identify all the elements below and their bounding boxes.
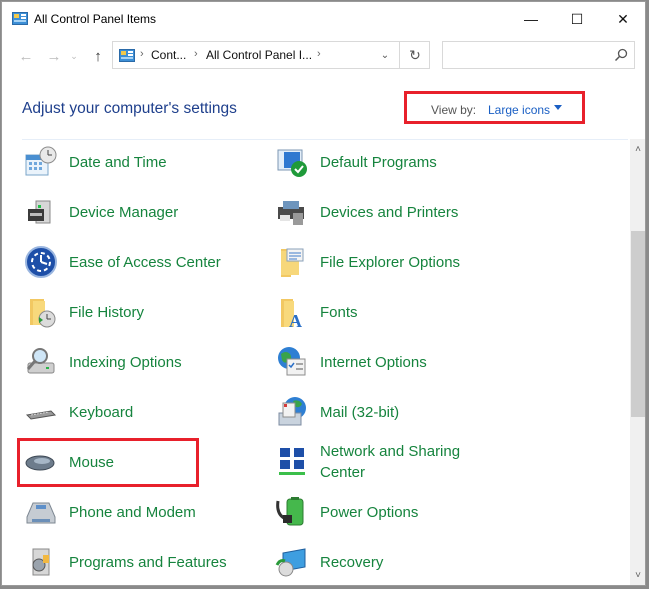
item-network-and-sharing-center[interactable]: Network and Sharing Center xyxy=(275,440,480,484)
recovery-icon xyxy=(275,548,306,577)
close-icon: ✕ xyxy=(617,10,629,27)
item-programs-and-features[interactable]: Programs and Features xyxy=(24,540,229,584)
up-arrow-icon: ↑ xyxy=(94,47,102,65)
item-label[interactable]: Recovery xyxy=(320,552,480,573)
chevron-up-icon: ˄ xyxy=(635,143,641,155)
refresh-icon: ↻ xyxy=(409,46,421,63)
item-label[interactable]: Programs and Features xyxy=(69,552,229,573)
device-manager-icon xyxy=(28,200,51,224)
page-title: Adjust your computer's settings xyxy=(22,100,237,117)
minimize-icon: — xyxy=(524,11,538,27)
phone-icon xyxy=(26,502,56,524)
vertical-scrollbar[interactable]: ˄ ˅ xyxy=(630,139,645,585)
navigation-bar: ← → ⌄ ↑ › Cont... › All Control Panel I.… xyxy=(2,36,645,76)
indexing-icon xyxy=(26,348,55,374)
calendar-clock-icon xyxy=(25,146,57,176)
address-bar[interactable]: › Cont... › All Control Panel I... › ⌄ ↻ xyxy=(112,41,430,69)
item-label[interactable]: Keyboard xyxy=(69,402,229,423)
power-icon xyxy=(276,497,304,526)
address-dropdown-button[interactable]: ⌄ xyxy=(371,42,399,68)
item-file-history[interactable]: File History xyxy=(24,290,229,334)
item-label[interactable]: File Explorer Options xyxy=(320,252,480,273)
chevron-down-icon: ˅ xyxy=(635,569,641,581)
chevron-down-icon: ⌄ xyxy=(380,49,390,61)
forward-button[interactable]: → xyxy=(44,44,64,68)
maximize-button[interactable]: ☐ xyxy=(554,2,600,36)
ease-of-access-icon xyxy=(25,246,57,278)
item-date-and-time[interactable]: Date and Time xyxy=(24,140,229,184)
breadcrumb-separator[interactable]: › xyxy=(194,48,198,60)
printer-icon xyxy=(278,201,304,225)
keyboard-icon xyxy=(25,410,57,420)
item-label[interactable]: Mail (32-bit) xyxy=(320,402,480,423)
breadcrumb-separator[interactable]: › xyxy=(140,48,144,60)
item-label[interactable]: Internet Options xyxy=(320,352,480,373)
svg-text:A: A xyxy=(289,311,302,329)
item-label[interactable]: File History xyxy=(69,302,229,323)
item-label[interactable]: Default Programs xyxy=(320,152,480,173)
window-title: All Control Panel Items xyxy=(34,12,157,26)
item-recovery[interactable]: Recovery xyxy=(275,540,480,584)
item-label[interactable]: Indexing Options xyxy=(69,352,229,373)
item-keyboard[interactable]: Keyboard xyxy=(24,390,229,434)
back-button[interactable]: ← xyxy=(16,44,36,68)
item-ease-of-access-center[interactable]: Ease of Access Center xyxy=(24,240,229,284)
minimize-button[interactable]: — xyxy=(508,2,554,36)
search-input[interactable] xyxy=(442,41,635,69)
item-device-manager[interactable]: Device Manager xyxy=(24,190,229,234)
internet-options-icon xyxy=(278,347,306,376)
title-bar: All Control Panel Items — ☐ ✕ xyxy=(2,2,645,36)
control-panel-icon xyxy=(12,12,28,25)
mail-icon xyxy=(278,397,306,426)
close-button[interactable]: ✕ xyxy=(600,2,645,36)
item-label[interactable]: Fonts xyxy=(320,302,480,323)
item-file-explorer-options[interactable]: File Explorer Options xyxy=(275,240,480,284)
item-power-options[interactable]: Power Options xyxy=(275,490,480,534)
highlight-view-by xyxy=(404,91,585,124)
recent-locations-button[interactable]: ⌄ xyxy=(68,44,80,68)
network-icon xyxy=(279,448,305,475)
scroll-up-button[interactable]: ˄ xyxy=(630,141,645,157)
breadcrumb-all-items[interactable]: All Control Panel I... xyxy=(206,48,312,62)
up-button[interactable]: ↑ xyxy=(88,44,108,68)
scrollbar-thumb[interactable] xyxy=(631,231,645,417)
item-label[interactable]: Ease of Access Center xyxy=(69,252,229,273)
folder-options-icon xyxy=(281,248,304,277)
item-label[interactable]: Date and Time xyxy=(69,152,229,173)
breadcrumb-separator[interactable]: › xyxy=(317,48,321,60)
item-label[interactable]: Device Manager xyxy=(69,202,229,223)
item-fonts[interactable]: A Fonts xyxy=(275,290,480,334)
item-label[interactable]: Power Options xyxy=(320,502,480,523)
default-programs-icon xyxy=(277,149,307,177)
maximize-icon: ☐ xyxy=(570,10,584,27)
control-panel-window: All Control Panel Items — ☐ ✕ ← → ⌄ ↑ › … xyxy=(1,1,646,586)
item-label[interactable]: Devices and Printers xyxy=(320,202,480,223)
scroll-down-button[interactable]: ˅ xyxy=(630,567,645,583)
item-devices-and-printers[interactable]: Devices and Printers xyxy=(275,190,480,234)
fonts-folder-icon: A xyxy=(281,299,302,329)
item-indexing-options[interactable]: Indexing Options xyxy=(24,340,229,384)
item-label[interactable]: Network and Sharing Center xyxy=(320,441,480,483)
breadcrumb-control-panel[interactable]: Cont... xyxy=(151,48,186,62)
file-history-icon xyxy=(30,299,56,328)
search-icon xyxy=(614,48,628,62)
control-panel-icon xyxy=(119,49,135,62)
chevron-down-icon: ⌄ xyxy=(70,50,78,61)
item-phone-and-modem[interactable]: Phone and Modem xyxy=(24,490,229,534)
back-arrow-icon: ← xyxy=(18,47,34,65)
item-default-programs[interactable]: Default Programs xyxy=(275,140,480,184)
control-panel-items: Date and Time Default Programs Device Ma… xyxy=(2,140,630,585)
refresh-button[interactable]: ↻ xyxy=(399,42,430,68)
highlight-mouse xyxy=(17,438,199,487)
item-internet-options[interactable]: Internet Options xyxy=(275,340,480,384)
item-mail[interactable]: Mail (32-bit) xyxy=(275,390,480,434)
item-label[interactable]: Phone and Modem xyxy=(69,502,229,523)
forward-arrow-icon: → xyxy=(46,47,62,65)
programs-icon xyxy=(32,548,50,576)
